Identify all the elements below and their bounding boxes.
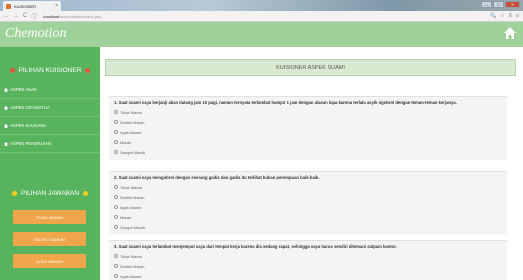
question-text: 3. Saat suami saya terlambat menjemput s… [114,244,397,249]
sidebar-item-label: ASPEK ORANGTUA [10,105,50,110]
answer-item-tidak-marah[interactable]: TIDAK MARAH [13,210,86,224]
section-pilihan-kuisioner: PILIHAN KUISIONER [0,63,100,77]
section-title: PILIHAN JAWABAN [20,189,80,197]
extension-icon[interactable]: X [509,13,512,19]
favicon-icon [6,3,11,9]
question-text: 2. Saat suami saya mengobrol dengan seor… [114,175,320,180]
option-label: Marah [120,214,132,220]
answer-option[interactable]: Sedikit Marah [114,261,502,271]
option-label: Marah [120,139,132,145]
sidebar-item-aspek-orangtua[interactable]: ASPEK ORANGTUA [0,99,100,117]
answer-option[interactable]: Marah [114,137,502,147]
answer-option[interactable]: Sedikit Marah [114,192,502,202]
address-bar-actions: 🔍 ☆ X ≡ [490,13,519,19]
url-path: /sistempakar/suami.php [59,13,102,19]
question-text: 1. Saat suami saya berjanji akan datang … [114,100,457,105]
option-label: Sedikit Marah [120,194,145,200]
answer-option[interactable]: Tidak Marah [114,182,502,192]
section-pilihan-jawaban: PILIHAN JAWABAN [0,186,100,200]
radio-button[interactable] [114,225,118,229]
bullet-icon [11,190,17,196]
option-label: Tidak Marah [120,253,143,259]
option-label: Agak Marah [120,204,142,210]
answer-item-sedikit-marah[interactable]: SEDIKIT MARAH [13,232,86,246]
question-card: 1. Saat suami saya berjanji akan datang … [109,96,507,160]
back-icon[interactable]: ← [3,13,9,19]
radio-button[interactable] [114,130,118,134]
sidebar-item-aspek-saudara[interactable]: ASPEK SAUDARA [0,117,100,135]
option-label: Sedikit Marah [120,263,145,269]
sidebar: PILIHAN KUISIONER ASPEK ANAK ASPEK ORANG… [0,47,100,280]
option-label: Tidak Marah [120,184,143,190]
browser-tabstrip: KUISIONER × — □ X [0,0,523,11]
radio-button[interactable] [114,120,118,124]
answer-option[interactable]: Tidak Marah [114,251,502,261]
radio-button[interactable] [114,110,118,114]
brand-logo[interactable]: Chemotion [5,26,66,42]
option-label: Agak Marah [120,273,142,279]
address-bar: ← → C ⓘ localhost/sistempakar/suami.php … [0,11,523,22]
question-card: 3. Saat suami saya terlambat menjemput s… [109,240,507,280]
question-card: 2. Saat suami saya mengobrol dengan seor… [109,171,507,235]
answer-option[interactable]: Agak Marah [114,202,502,212]
bullet-icon [85,67,91,73]
option-label: Tidak Marah [120,109,143,115]
radio-button[interactable] [114,274,118,278]
bookmark-star-icon[interactable]: ☆ [500,13,504,19]
sidebar-item-label: ASPEK SAUDARA [10,123,47,128]
page-title: KUISIONER ASPEK SUAMI [105,59,516,76]
maximize-button[interactable]: □ [493,1,504,8]
browser-tab[interactable]: KUISIONER × [3,1,61,11]
app-header: Chemotion [0,22,523,47]
url-host: localhost [43,13,60,19]
menu-icon[interactable]: ≡ [516,13,519,19]
radio-button[interactable] [114,264,118,268]
answer-option[interactable]: Agak Marah [114,271,502,280]
forward-icon[interactable]: → [13,13,19,19]
answer-option[interactable]: Tidak Marah [114,107,502,117]
sidebar-item-label: ASPEK PEKERJAAN [10,141,52,146]
home-icon[interactable] [503,26,517,40]
tab-close-icon[interactable]: × [55,3,58,9]
home-icon [4,87,8,92]
home-icon [4,141,8,146]
sidebar-item-aspek-anak[interactable]: ASPEK ANAK [0,81,100,99]
radio-button[interactable] [114,185,118,189]
sidebar-item-label: ASPEK ANAK [10,87,37,92]
answer-option[interactable]: Sedikit Marah [114,117,502,127]
bullet-icon [83,190,89,196]
minimize-button[interactable]: — [481,1,492,8]
answer-option[interactable]: Agak Marah [114,127,502,137]
section-title: PILIHAN KUISIONER [18,66,82,74]
site-info-icon[interactable]: ⓘ [31,12,37,21]
home-icon [4,105,8,110]
answer-item-agak-marah[interactable]: AGAK MARAH [13,254,86,268]
home-icon [4,123,8,128]
zoom-icon[interactable]: 🔍 [490,13,496,19]
option-label: Sedikit Marah [120,119,145,125]
radio-button[interactable] [114,215,118,219]
option-label: Sangat Marah [120,149,146,155]
main-content: KUISIONER ASPEK SUAMI 1. Saat suami saya… [100,47,523,280]
answer-option[interactable]: Marah [114,212,502,222]
reload-icon[interactable]: C [23,13,27,19]
close-window-button[interactable]: X [505,1,520,8]
radio-button[interactable] [114,195,118,199]
option-label: Sangat Marah [120,224,146,230]
radio-button[interactable] [114,150,118,154]
answer-option[interactable]: Sangat Marah [114,222,502,232]
option-label: Agak Marah [120,129,142,135]
tab-title: KUISIONER [14,3,37,9]
radio-button[interactable] [114,205,118,209]
sidebar-item-aspek-pekerjaan[interactable]: ASPEK PEKERJAAN [0,135,100,153]
radio-button[interactable] [114,140,118,144]
answer-option[interactable]: Sangat Marah [114,147,502,157]
bullet-icon [9,67,15,73]
url-field[interactable]: localhost/sistempakar/suami.php [43,14,101,19]
radio-button[interactable] [114,254,118,258]
window-controls: — □ X [481,1,520,8]
